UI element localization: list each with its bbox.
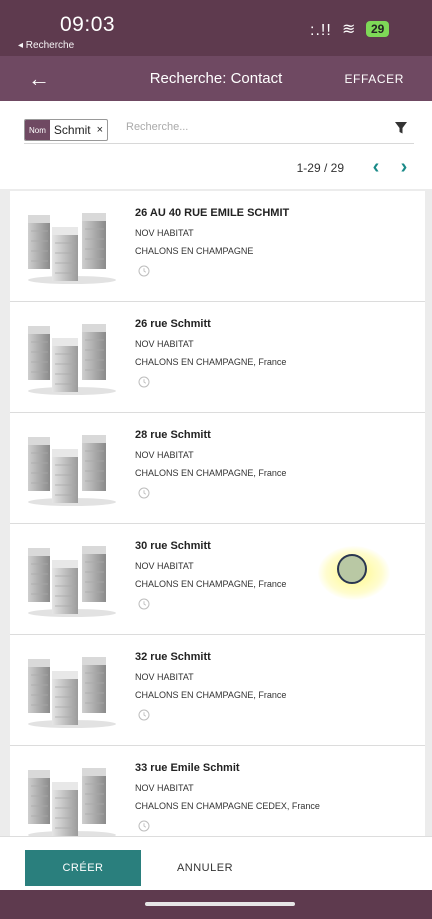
touch-indicator (337, 554, 367, 584)
filter-icon[interactable] (394, 121, 408, 135)
status-bar: 09:03 ◂ Recherche :.!! ≋ 29 (0, 0, 432, 56)
building-icon (28, 435, 116, 506)
list-item[interactable]: 33 rue Emile Schmit NOV HABITAT CHALONS … (10, 746, 425, 836)
record-company: NOV HABITAT (135, 783, 194, 793)
status-clock-icon (138, 709, 150, 721)
list-item[interactable]: 26 rue Schmitt NOV HABITAT CHALONS EN CH… (10, 302, 425, 413)
wifi-icon: ≋ (342, 21, 356, 38)
record-list: 26 AU 40 RUE EMILE SCHMIT NOV HABITAT CH… (10, 191, 425, 836)
record-company: NOV HABITAT (135, 672, 194, 682)
status-clock-icon (138, 376, 150, 388)
status-clock-icon (138, 598, 150, 610)
battery-indicator: 29 (366, 21, 390, 37)
signal-icon: :.!! (310, 22, 332, 39)
record-title: 28 rue Schmitt (135, 429, 211, 441)
status-clock-icon (138, 487, 150, 499)
search-bar: Nom Schmit × (24, 117, 414, 144)
record-title: 30 rue Schmitt (135, 540, 211, 552)
facet-value: Schmit (49, 120, 95, 140)
record-title: 32 rue Schmitt (135, 651, 211, 663)
record-city: CHALONS EN CHAMPAGNE (135, 246, 254, 256)
record-title: 33 rue Emile Schmit (135, 762, 240, 774)
facet-remove-icon[interactable]: × (95, 120, 107, 140)
record-company: NOV HABITAT (135, 450, 194, 460)
record-title: 26 AU 40 RUE EMILE SCHMIT (135, 207, 290, 219)
record-city: CHALONS EN CHAMPAGNE, France (135, 579, 287, 589)
footer-bar: CRÉER ANNULER (0, 836, 432, 891)
clear-button[interactable]: EFFACER (344, 72, 404, 86)
record-title: 26 rue Schmitt (135, 318, 211, 330)
building-icon (28, 324, 116, 395)
pager: 1-29 / 29 ‹ › (297, 156, 414, 179)
building-icon (28, 546, 116, 617)
home-indicator-area (0, 890, 432, 919)
record-company: NOV HABITAT (135, 561, 194, 571)
record-company: NOV HABITAT (135, 228, 194, 238)
top-navbar: ← Recherche: Contact EFFACER (0, 56, 432, 101)
record-city: CHALONS EN CHAMPAGNE, France (135, 468, 287, 478)
record-city: CHALONS EN CHAMPAGNE, France (135, 690, 287, 700)
search-input[interactable] (124, 120, 358, 134)
pager-next-button[interactable]: › (394, 156, 414, 179)
cancel-button[interactable]: ANNULER (160, 850, 250, 886)
record-city: CHALONS EN CHAMPAGNE, France (135, 357, 287, 367)
list-item[interactable]: 28 rue Schmitt NOV HABITAT CHALONS EN CH… (10, 413, 425, 524)
building-icon (28, 657, 116, 728)
record-company: NOV HABITAT (135, 339, 194, 349)
search-panel: Nom Schmit × 1-29 / 29 ‹ › (0, 101, 432, 189)
pager-value: 1-29 / 29 (296, 160, 344, 175)
building-icon (28, 213, 116, 284)
building-icon (28, 768, 116, 836)
status-time: 09:03 (60, 13, 116, 36)
record-city: CHALONS EN CHAMPAGNE CEDEX, France (135, 801, 320, 811)
status-clock-icon (138, 265, 150, 277)
back-to-app-link[interactable]: ◂ Recherche (18, 40, 74, 51)
status-clock-icon (138, 820, 150, 832)
create-button[interactable]: CRÉER (25, 850, 141, 886)
list-item[interactable]: 32 rue Schmitt NOV HABITAT CHALONS EN CH… (10, 635, 425, 746)
home-indicator (145, 902, 295, 906)
facet-tag: Nom (25, 120, 50, 140)
pager-prev-button[interactable]: ‹ (366, 156, 386, 179)
search-facet: Nom Schmit × (24, 119, 109, 141)
list-item[interactable]: 26 AU 40 RUE EMILE SCHMIT NOV HABITAT CH… (10, 191, 425, 302)
